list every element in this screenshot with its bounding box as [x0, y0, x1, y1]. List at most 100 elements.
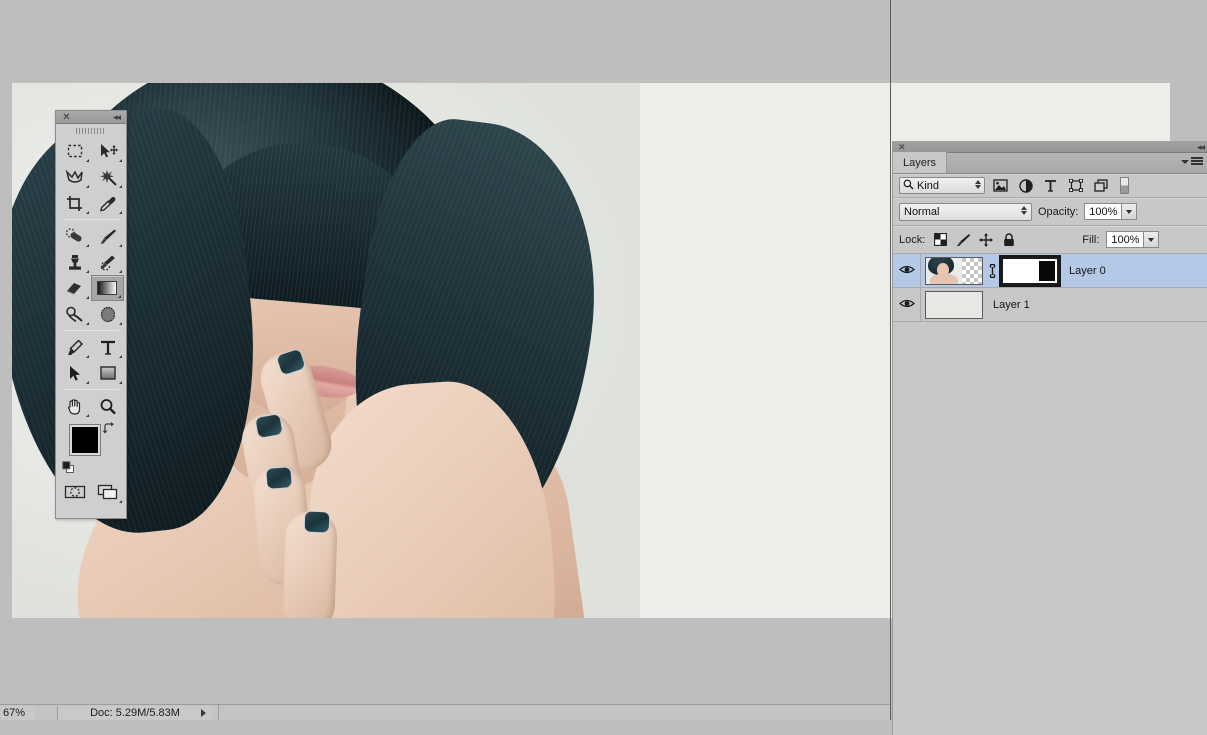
- tool-rectangle-shape[interactable]: [91, 360, 124, 386]
- tool-screen-mode[interactable]: [91, 479, 124, 505]
- eye-icon: [898, 264, 915, 278]
- tool-separator: [63, 330, 119, 331]
- tool-row: [58, 393, 124, 419]
- filter-type-button[interactable]: [1041, 177, 1060, 194]
- zoom-level-value: 67%: [3, 706, 26, 719]
- status-bar: 67% Doc: 5.29M/5.83M: [0, 704, 891, 721]
- double-chevron-left-icon[interactable]: ◂◂: [1197, 141, 1205, 153]
- nail-3: [265, 466, 293, 490]
- opacity-label: Opacity:: [1038, 205, 1079, 218]
- document-workspace[interactable]: 67% Doc: 5.29M/5.83M: [0, 0, 1170, 721]
- filter-kind-label: Kind: [917, 179, 940, 192]
- link-icon[interactable]: [985, 263, 999, 278]
- filter-smart-object-button[interactable]: [1091, 177, 1110, 194]
- foreground-color-swatch[interactable]: [69, 424, 101, 456]
- layer-name[interactable]: Layer 1: [993, 299, 1030, 311]
- tool-magic-wand[interactable]: [91, 164, 124, 190]
- stepper-icon[interactable]: [975, 180, 981, 189]
- tab-layers[interactable]: Layers: [893, 152, 948, 173]
- photoshop-window: 67% Doc: 5.29M/5.83M ✕ ◂◂ ✕ ◂◂ Layers Ki…: [0, 0, 1207, 735]
- filter-enable-switch[interactable]: [1120, 177, 1129, 194]
- blend-mode-select[interactable]: Normal: [899, 202, 1032, 221]
- nail-4: [303, 510, 331, 534]
- tool-row: [58, 223, 124, 249]
- tool-lasso[interactable]: [58, 164, 91, 190]
- layer-visibility-toggle[interactable]: [893, 253, 921, 288]
- tool-blur[interactable]: [91, 301, 124, 327]
- tool-gradient[interactable]: [90, 275, 124, 301]
- layer-thumbnail[interactable]: [925, 256, 983, 285]
- layer-visibility-toggle[interactable]: [893, 287, 921, 322]
- blend-mode-value: Normal: [904, 205, 940, 218]
- opacity-value[interactable]: 100%: [1084, 203, 1123, 220]
- close-icon[interactable]: ✕: [61, 112, 72, 123]
- tool-spot-healing-brush[interactable]: [58, 223, 91, 249]
- lock-transparent-pixels-button[interactable]: [932, 232, 948, 248]
- filter-pixel-button[interactable]: [991, 177, 1010, 194]
- tool-brush[interactable]: [91, 223, 124, 249]
- panel-menu-icon[interactable]: [1181, 157, 1203, 166]
- opacity-control[interactable]: 100%: [1084, 203, 1138, 220]
- play-arrow-icon[interactable]: [201, 708, 206, 717]
- status-divider: [218, 705, 219, 721]
- fill-control[interactable]: 100%: [1106, 231, 1160, 248]
- hamburger-icon: [1191, 157, 1203, 166]
- layer-mask-thumbnail[interactable]: [999, 254, 1061, 287]
- tool-row: [58, 275, 124, 301]
- tool-eraser[interactable]: [58, 275, 91, 301]
- fill-value[interactable]: 100%: [1106, 231, 1145, 248]
- lock-image-pixels-button[interactable]: [955, 232, 971, 248]
- tool-dodge[interactable]: [58, 301, 91, 327]
- double-chevron-left-icon[interactable]: ◂◂: [110, 112, 123, 123]
- tool-zoom[interactable]: [91, 393, 124, 419]
- layers-panel-tabbar[interactable]: Layers: [893, 152, 1207, 174]
- tool-history-brush[interactable]: [91, 249, 124, 275]
- tool-clone-stamp[interactable]: [58, 249, 91, 275]
- tool-row: [58, 164, 124, 190]
- fill-dropdown-icon[interactable]: [1144, 231, 1160, 248]
- filter-adjustment-button[interactable]: [1016, 177, 1035, 194]
- tool-row: [58, 138, 124, 164]
- tool-row: [58, 190, 124, 216]
- tools-panel[interactable]: ✕ ◂◂: [55, 110, 127, 519]
- lock-position-button[interactable]: [978, 232, 994, 248]
- default-colors-icon[interactable]: [62, 461, 74, 473]
- layer-thumbnail[interactable]: [925, 290, 983, 319]
- lock-row[interactable]: Lock: Fill: 100%: [893, 226, 1207, 254]
- tool-path-selection[interactable]: [58, 360, 91, 386]
- tool-crop[interactable]: [58, 190, 91, 216]
- tool-pen[interactable]: [58, 334, 91, 360]
- layer-thumbnail-image: [926, 257, 962, 284]
- swap-colors-icon[interactable]: [102, 421, 114, 434]
- lock-all-button[interactable]: [1001, 232, 1017, 248]
- layers-panel[interactable]: ✕ ◂◂ Layers Kind Normal Opacity: 100% Lo…: [892, 141, 1207, 735]
- document-info-value: Doc: 5.29M/5.83M: [90, 706, 180, 719]
- tool-row: [58, 334, 124, 360]
- tool-rectangular-marquee[interactable]: [58, 138, 91, 164]
- zoom-level-field[interactable]: 67%: [1, 705, 35, 720]
- stepper-icon[interactable]: [1021, 205, 1027, 215]
- tool-row: [58, 301, 124, 327]
- tools-panel-header[interactable]: ✕ ◂◂: [56, 111, 126, 124]
- layer-row[interactable]: Layer 0: [893, 253, 1207, 288]
- tool-grid: [56, 138, 126, 505]
- tool-quick-mask[interactable]: [58, 479, 91, 505]
- tool-move[interactable]: [91, 138, 124, 164]
- color-swatches[interactable]: [58, 421, 124, 477]
- tab-layers-label: Layers: [903, 156, 937, 169]
- chevron-down-icon: [1181, 159, 1189, 164]
- tool-eyedropper[interactable]: [91, 190, 124, 216]
- tool-separator: [63, 389, 119, 390]
- document-info[interactable]: Doc: 5.29M/5.83M: [57, 705, 212, 720]
- layer-filter-row[interactable]: Kind: [893, 174, 1207, 198]
- opacity-dropdown-icon[interactable]: [1122, 203, 1138, 220]
- tool-separator: [63, 219, 119, 220]
- filter-kind-select[interactable]: Kind: [899, 177, 985, 194]
- drag-grip[interactable]: [56, 124, 126, 138]
- layer-name[interactable]: Layer 0: [1069, 265, 1106, 277]
- blend-mode-row[interactable]: Normal Opacity: 100%: [893, 198, 1207, 226]
- tool-hand[interactable]: [58, 393, 91, 419]
- tool-horizontal-type[interactable]: [91, 334, 124, 360]
- layer-row[interactable]: Layer 1: [893, 287, 1207, 322]
- filter-shape-button[interactable]: [1066, 177, 1085, 194]
